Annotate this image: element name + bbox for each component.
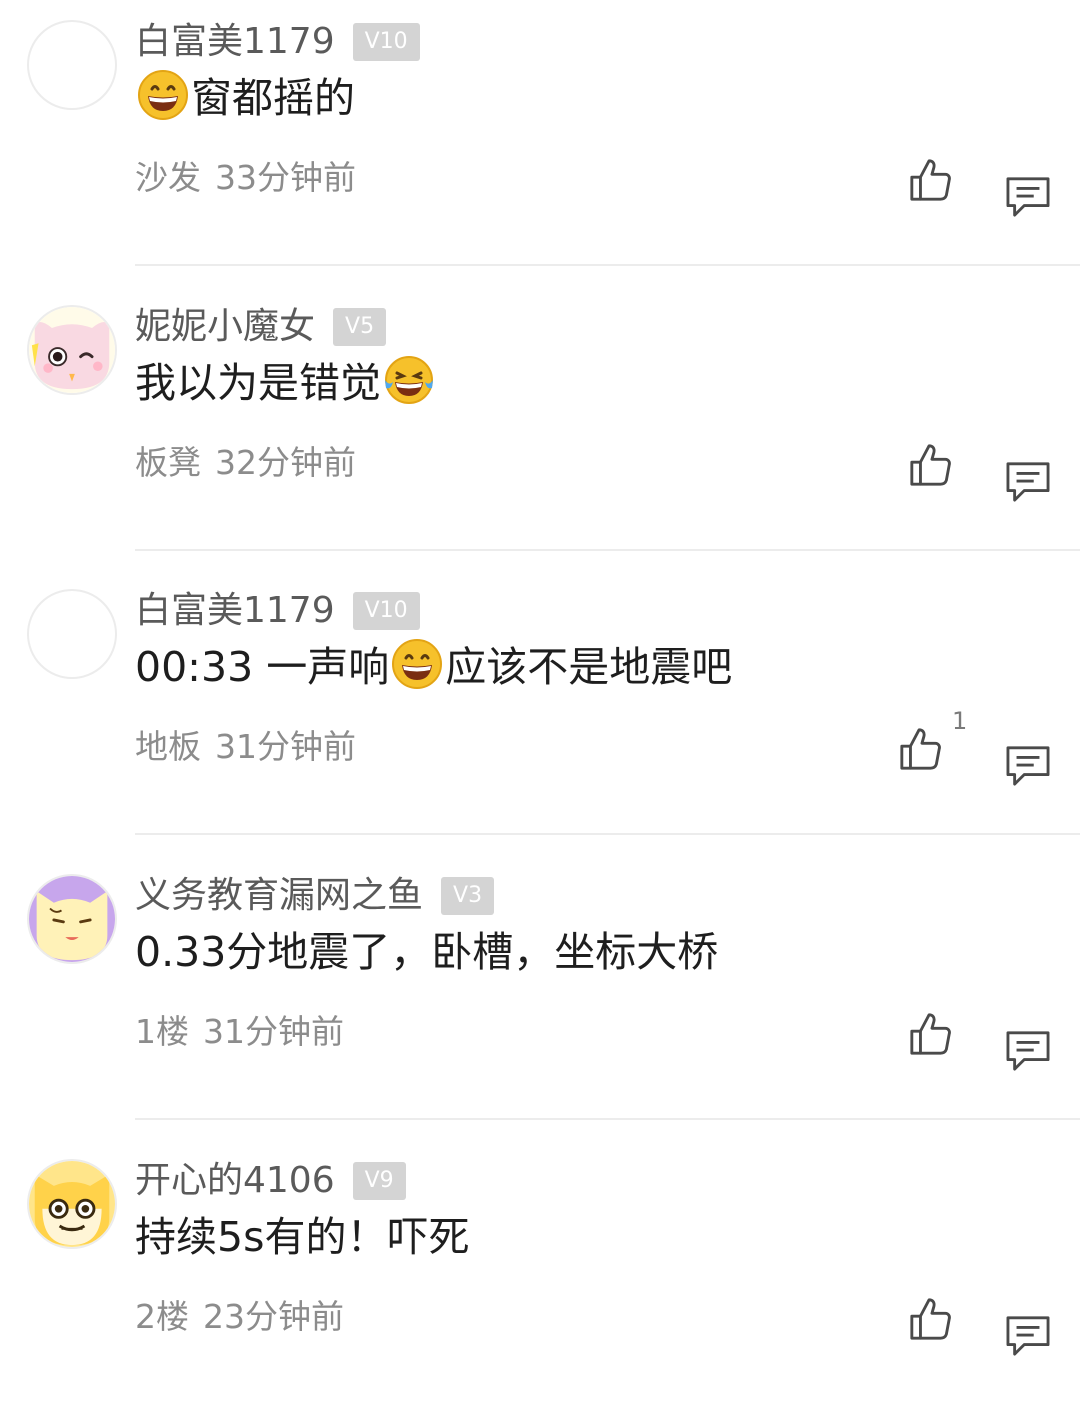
comment-item: 白富美1179 V10 窗都摇的 沙发 33分钟前 [0,0,1080,284]
comment-meta: 1楼 31分钟前 [135,1008,344,1056]
reply-button[interactable] [1005,1315,1051,1357]
reply-button[interactable] [1005,461,1051,503]
comment-text-part: 00:33 一声响 [135,643,390,691]
username[interactable]: 开心的4106 [135,1157,335,1205]
grinning-face-emoji-icon [391,638,443,690]
comment-item: 开心的4106 V9 持续5s有的！吓死 2楼 23分钟前 [0,1139,1080,1423]
comment-item: 义务教育漏网之鱼 V3 0.33分地震了，卧槽，坐标大桥 1楼 31分钟前 [0,854,1080,1138]
divider [135,1118,1080,1120]
avatar[interactable] [27,305,117,395]
avatar[interactable] [27,20,117,110]
comment-text-part: 窗都摇的 [191,74,355,122]
divider [135,833,1080,835]
comment-bubble-icon [1005,176,1051,218]
comment-bubble-icon [1005,1315,1051,1357]
comment-meta: 2楼 23分钟前 [135,1293,344,1341]
timestamp: 23分钟前 [203,1297,344,1336]
avatar[interactable] [27,874,117,964]
like-button[interactable] [898,726,944,772]
floor-label: 板凳 [135,443,201,482]
avatar[interactable] [27,1159,117,1249]
username[interactable]: 白富美1179 [135,18,335,66]
thumbs-up-icon [908,157,954,203]
comment-bubble-icon [1005,1030,1051,1072]
level-badge: V3 [441,877,495,915]
cat-avatar-icon [29,307,115,393]
timestamp: 31分钟前 [203,1012,344,1051]
reply-button[interactable] [1005,1030,1051,1072]
tears-of-joy-emoji-icon [383,354,435,406]
comment-text: 我以为是错觉 [135,353,437,413]
comment-text-part: 0.33分地震了，卧槽，坐标大桥 [135,928,719,976]
grinning-face-emoji-icon [137,69,189,121]
comment-meta: 地板 31分钟前 [135,723,356,771]
comment-bubble-icon [1005,745,1051,787]
username-row: 开心的4106 V9 [135,1157,406,1205]
like-button[interactable] [908,1296,954,1342]
like-button[interactable] [908,442,954,488]
comment-text-part: 持续5s有的！吓死 [135,1213,470,1261]
comment-item: 白富美1179 V10 00:33 一声响 应该不是地震吧 地板 31分钟前 1 [0,569,1080,853]
divider [135,549,1080,551]
level-badge: V10 [352,23,420,61]
username-row: 妮妮小魔女 V5 [135,303,387,351]
level-badge: V10 [352,592,420,630]
like-button[interactable] [908,1011,954,1057]
avatar[interactable] [27,589,117,679]
floor-label: 1楼 [135,1012,189,1051]
reply-button[interactable] [1005,745,1051,787]
username-row: 义务教育漏网之鱼 V3 [135,872,495,920]
comment-text: 00:33 一声响 应该不是地震吧 [135,637,732,697]
timestamp: 32分钟前 [215,443,356,482]
comment-text: 0.33分地震了，卧槽，坐标大桥 [135,922,718,982]
thumbs-up-icon [908,1296,954,1342]
floor-label: 2楼 [135,1297,189,1336]
comment-text: 持续5s有的！吓死 [135,1207,469,1267]
thumbs-up-icon [908,1011,954,1057]
reply-button[interactable] [1005,176,1051,218]
thumbs-up-icon [898,726,944,772]
level-badge: V9 [352,1162,406,1200]
comment-meta: 板凳 32分钟前 [135,439,356,487]
comment-text: 窗都摇的 [135,68,355,128]
level-badge: V5 [333,308,387,346]
timestamp: 33分钟前 [215,158,356,197]
comment-text-part: 我以为是错觉 [135,359,381,407]
timestamp: 31分钟前 [215,727,356,766]
username-row: 白富美1179 V10 [135,18,420,66]
like-count: 1 [952,707,968,735]
comment-item: 妮妮小魔女 V5 我以为是错觉 板凳 32分钟前 [0,285,1080,569]
cat-avatar-icon [29,1161,115,1247]
thumbs-up-icon [908,442,954,488]
username[interactable]: 白富美1179 [135,587,335,635]
comment-meta: 沙发 33分钟前 [135,154,356,202]
username[interactable]: 义务教育漏网之鱼 [135,872,423,920]
comment-text-part: 应该不是地震吧 [445,643,733,691]
like-button[interactable] [908,157,954,203]
floor-label: 沙发 [135,158,201,197]
divider [135,264,1080,266]
username-row: 白富美1179 V10 [135,587,420,635]
cat-avatar-icon [29,876,115,962]
floor-label: 地板 [135,727,201,766]
username[interactable]: 妮妮小魔女 [135,303,315,351]
comment-bubble-icon [1005,461,1051,503]
